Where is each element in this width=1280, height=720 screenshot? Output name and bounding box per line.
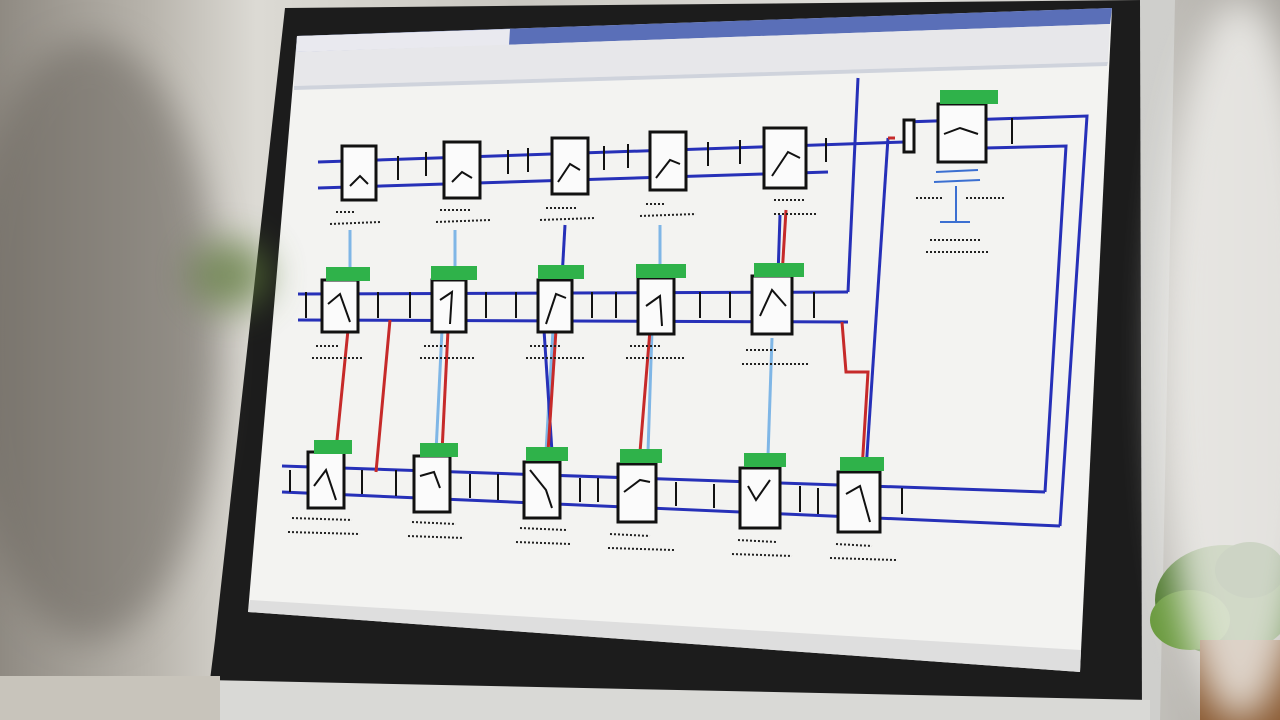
desk-surface <box>0 676 220 720</box>
background-blur-plant-left <box>190 240 270 310</box>
photo-scene <box>0 0 1280 720</box>
